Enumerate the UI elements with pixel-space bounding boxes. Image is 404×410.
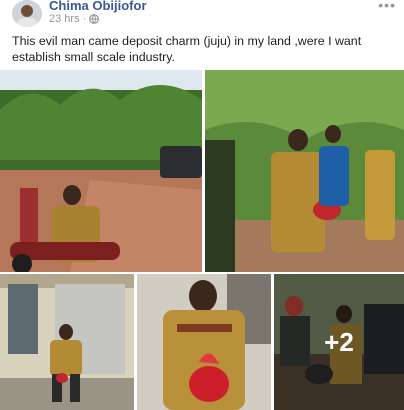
- post-meta: 23 hrs ·: [49, 13, 100, 25]
- more-options-icon[interactable]: •••: [378, 0, 396, 13]
- photo-5-more[interactable]: +2: [274, 274, 404, 410]
- post-header: Chima Obijiofor 23 hrs · •••: [0, 0, 404, 30]
- avatar[interactable]: [12, 0, 42, 27]
- more-photos-overlay[interactable]: +2: [274, 274, 404, 410]
- photo-1[interactable]: [0, 70, 202, 272]
- author-name[interactable]: Chima Obijiofor: [49, 0, 147, 13]
- photo-4[interactable]: [137, 274, 271, 410]
- post-caption: This evil man came deposit charm (juju) …: [12, 34, 362, 64]
- photo-3[interactable]: [0, 274, 134, 410]
- timestamp[interactable]: 23 hrs: [49, 13, 80, 25]
- photo-2[interactable]: [205, 70, 404, 272]
- globe-icon: [89, 14, 100, 24]
